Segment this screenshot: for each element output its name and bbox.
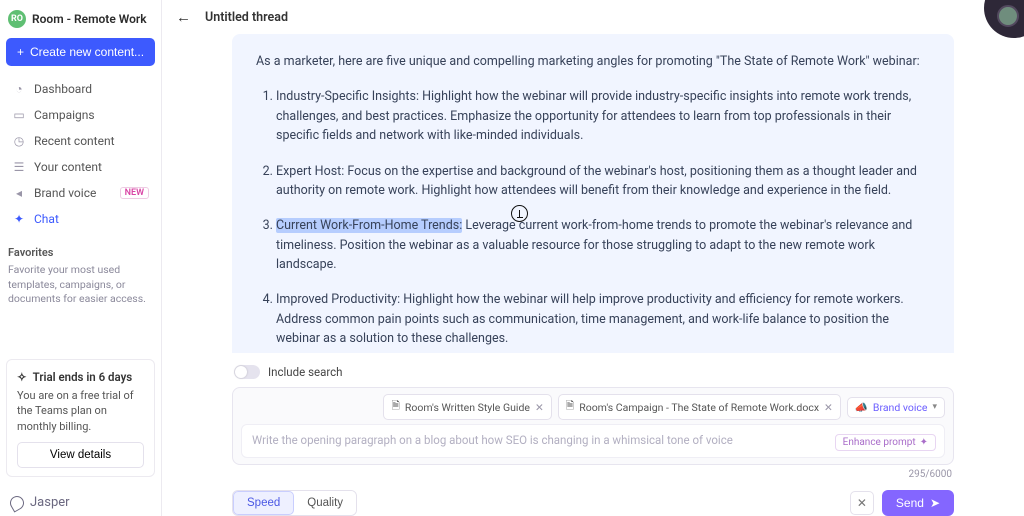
sidebar-item-label: Brand voice [34,186,96,200]
composer-area: Include search 🗎 Room's Written Style Gu… [162,353,1024,480]
text-selection: Current Work-From-Home Trends: [276,218,462,233]
send-label: Send [896,496,924,510]
close-icon[interactable]: ✕ [824,401,833,414]
workspace-name: Room - Remote Work [32,12,147,26]
favorites-title: Favorites [8,246,153,259]
sparkle-icon: ✦ [920,437,928,448]
chip-label: Brand voice [873,401,928,414]
enhance-label: Enhance prompt [843,437,916,448]
trial-title: ✧ Trial ends in 6 days [17,370,144,384]
include-search-label: Include search [268,365,343,379]
clear-button[interactable]: ✕ [850,491,874,515]
sidebar-item-chat[interactable]: ✦ Chat [6,206,155,232]
include-search-row: Include search [234,365,954,379]
trial-card: ✧ Trial ends in 6 days You are on a free… [6,359,155,477]
favorites-description: Favorite your most used templates, campa… [8,263,153,307]
chip-campaign-doc[interactable]: 🗎 Room's Campaign - The State of Remote … [558,394,841,420]
trial-title-text: Trial ends in 6 days [33,370,133,384]
plus-icon: + [17,45,24,59]
sidebar-item-label: Campaigns [34,108,95,122]
gauge-icon: ◔ [12,82,26,96]
close-icon[interactable]: ✕ [535,401,544,414]
new-badge: NEW [120,187,149,199]
sidebar-item-brand-voice[interactable]: ◂ Brand voice NEW [6,180,155,206]
chat-scroll-area: As a marketer, here are five unique and … [162,30,1024,353]
chevron-down-icon: ▾ [932,402,937,412]
megaphone-icon: 📣 [855,401,868,414]
mode-segmented-control: Speed Quality [232,490,357,516]
sidebar-item-campaigns[interactable]: ▭ Campaigns [6,102,155,128]
composer-footer: Speed Quality ✕ Send ➤ [162,480,1024,516]
brand-logo-text: Jasper [30,495,70,510]
sidebar-item-label: Chat [34,212,59,226]
list-item: Current Work-From-Home Trends: Leverage … [276,216,930,274]
thread-header: ← Untitled thread [162,0,1024,30]
favorites-section: Favorites Favorite your most used templa… [6,246,155,307]
sidebar-item-dashboard[interactable]: ◔ Dashboard [6,76,155,102]
chip-label: Room's Written Style Guide [405,401,530,414]
sidebar-item-your-content[interactable]: ☰ Your content [6,154,155,180]
message-intro: As a marketer, here are five unique and … [256,52,930,71]
document-icon: 🗎 [566,398,574,416]
mode-speed-button[interactable]: Speed [233,491,294,515]
sidebar-item-label: Dashboard [34,82,92,96]
create-content-button[interactable]: + Create new content... [6,38,155,66]
trial-description: You are on a free trial of the Teams pla… [17,388,144,434]
list-item: Industry-Specific Insights: Highlight ho… [276,87,930,145]
chat-icon: ✦ [12,212,26,226]
avatar [997,5,1019,27]
sidebar-item-label: Recent content [34,134,115,148]
clock-icon: ◷ [12,134,26,148]
composer: 🗎 Room's Written Style Guide ✕ 🗎 Room's … [232,387,954,465]
close-icon: ✕ [857,496,867,510]
folder-icon: ▭ [12,108,26,122]
chip-style-guide[interactable]: 🗎 Room's Written Style Guide ✕ [383,394,551,420]
prompt-input[interactable]: Write the opening paragraph on a blog ab… [241,424,945,458]
context-chips-row: 🗎 Room's Written Style Guide ✕ 🗎 Room's … [241,394,945,420]
jasper-icon [7,493,26,512]
include-search-toggle[interactable] [234,365,260,379]
back-arrow-icon[interactable]: ← [176,8,191,26]
sidebar: RO Room - Remote Work + Create new conte… [0,0,162,516]
prompt-placeholder: Write the opening paragraph on a blog ab… [252,433,733,447]
chip-brand-voice[interactable]: 📣 Brand voice ▾ [847,397,945,418]
send-arrow-icon: ➤ [930,496,940,510]
enhance-prompt-button[interactable]: Enhance prompt ✦ [835,434,936,451]
create-content-label: Create new content... [30,45,144,59]
character-counter: 295/6000 [232,469,952,480]
sidebar-item-label: Your content [34,160,102,174]
workspace-selector[interactable]: RO Room - Remote Work [6,8,155,38]
send-button[interactable]: Send ➤ [882,490,954,516]
mode-quality-button[interactable]: Quality [294,491,356,515]
sidebar-item-recent[interactable]: ◷ Recent content [6,128,155,154]
sparkle-icon: ✧ [17,370,27,384]
brand-logo[interactable]: Jasper [6,487,155,516]
sidebar-nav: ◔ Dashboard ▭ Campaigns ◷ Recent content… [6,76,155,232]
workspace-badge: RO [8,10,26,28]
chip-label: Room's Campaign - The State of Remote Wo… [579,401,819,414]
megaphone-icon: ◂ [12,186,26,200]
thread-title: Untitled thread [205,10,288,25]
assistant-message[interactable]: As a marketer, here are five unique and … [232,34,954,353]
document-icon: ☰ [12,160,26,174]
view-details-button[interactable]: View details [17,442,144,468]
message-list: Industry-Specific Insights: Highlight ho… [256,87,930,353]
document-icon: 🗎 [391,398,399,416]
list-item: Improved Productivity: Highlight how the… [276,290,930,348]
list-item: Expert Host: Focus on the expertise and … [276,162,930,201]
main-panel: ← Untitled thread As a marketer, here ar… [162,0,1024,516]
